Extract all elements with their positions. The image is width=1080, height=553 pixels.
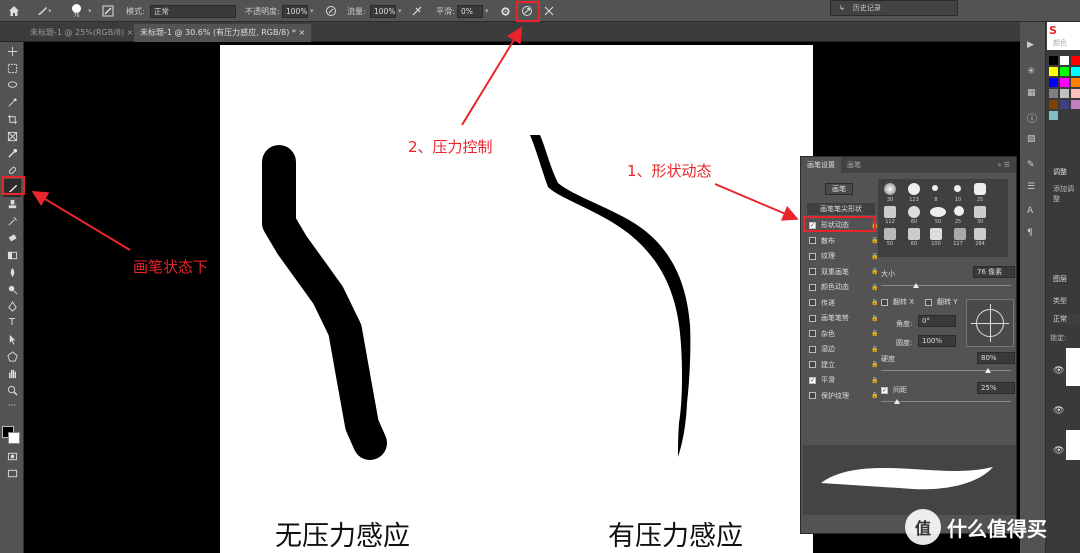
watermark-logo-icon: 值 <box>905 509 941 545</box>
watermark-text: 什么值得买 <box>947 516 1047 541</box>
annotation-pressure-control: 2、压力控制 <box>408 138 493 156</box>
annotation-brush-state: 画笔状态下 <box>133 258 209 276</box>
annotation-shape-dynamics: 1、形状动态 <box>627 162 712 180</box>
watermark: 值 什么值得买 <box>905 509 1047 545</box>
